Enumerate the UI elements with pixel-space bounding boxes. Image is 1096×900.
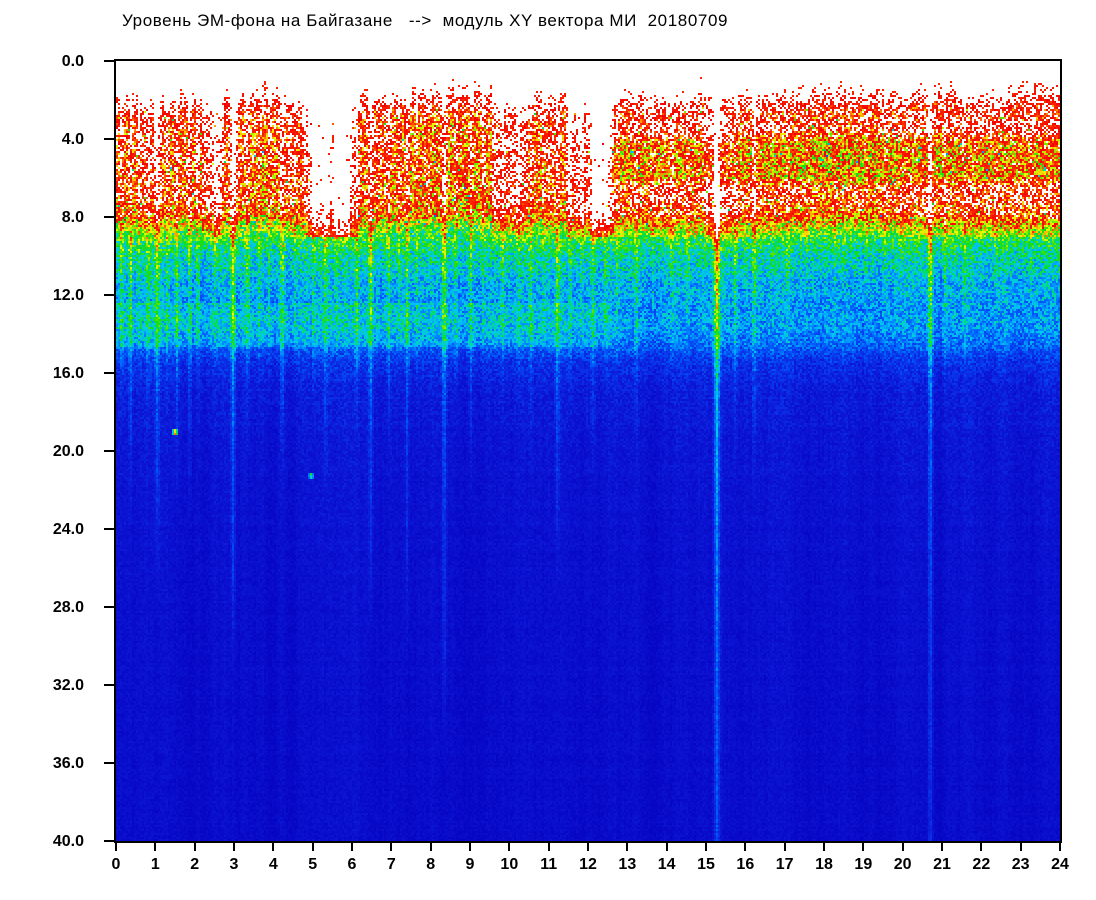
- y-tick-label: 0.0: [61, 52, 84, 70]
- y-tick: [104, 762, 114, 764]
- x-tick-label: 16: [736, 856, 755, 873]
- y-tick-label: 12.0: [52, 286, 84, 304]
- x-tick-label: 2: [190, 856, 200, 873]
- plot-frame: [114, 59, 1062, 843]
- x-tick: [154, 843, 157, 851]
- x-tick: [351, 843, 353, 851]
- y-tick: [104, 60, 114, 62]
- x-tick: [390, 843, 393, 851]
- x-tick: [547, 843, 550, 851]
- x-tick: [469, 843, 471, 851]
- chart-page: Уровень ЭМ-фона на Байгазане --> модуль …: [0, 0, 1096, 900]
- y-tick: [104, 606, 114, 608]
- x-tick: [272, 843, 275, 851]
- y-tick-label: 24.0: [52, 520, 84, 538]
- x-tick: [587, 843, 589, 851]
- x-tick: [626, 843, 629, 851]
- y-tick: [104, 138, 114, 140]
- y-tick: [104, 372, 114, 374]
- x-tick: [901, 843, 904, 851]
- y-tick: [104, 684, 114, 686]
- x-tick: [744, 843, 747, 851]
- x-tick: [508, 843, 511, 851]
- y-tick: [104, 294, 114, 296]
- y-tick-label: 40.0: [52, 832, 84, 850]
- x-tick-label: 19: [854, 856, 873, 873]
- x-tick-label: 24: [1051, 856, 1069, 873]
- y-tick-label: 20.0: [52, 442, 84, 460]
- x-tick-label: 17: [775, 856, 794, 873]
- y-tick-label: 32.0: [52, 676, 84, 694]
- x-tick-label: 12: [579, 856, 597, 873]
- x-tick-label: 1: [150, 856, 160, 873]
- x-tick-label: 4: [268, 856, 278, 873]
- spectrogram-canvas: [116, 61, 1060, 841]
- x-tick: [1059, 843, 1061, 851]
- y-tick-label: 4.0: [61, 130, 84, 148]
- chart-title: Уровень ЭМ-фона на Байгазане --> модуль …: [122, 11, 729, 30]
- x-tick: [941, 843, 943, 851]
- x-tick-label: 14: [657, 856, 676, 873]
- y-tick-label: 8.0: [61, 208, 84, 226]
- x-tick-label: 13: [618, 856, 637, 873]
- y-tick: [104, 216, 114, 218]
- y-tick-label: 36.0: [52, 754, 84, 772]
- x-tick: [429, 843, 432, 851]
- x-tick-label: 22: [972, 856, 991, 873]
- x-tick-label: 5: [308, 856, 318, 873]
- x-tick: [783, 843, 786, 851]
- x-tick-label: 8: [426, 856, 436, 873]
- x-tick-label: 6: [347, 856, 357, 873]
- x-tick-label: 10: [500, 856, 519, 873]
- x-tick: [705, 843, 707, 851]
- x-tick: [665, 843, 668, 851]
- y-tick: [104, 450, 114, 452]
- y-tick: [104, 528, 114, 530]
- x-tick-label: 23: [1011, 856, 1030, 873]
- y-tick: [104, 840, 114, 842]
- x-tick-label: 7: [386, 856, 396, 873]
- x-tick-label: 9: [465, 856, 475, 873]
- x-tick: [193, 843, 196, 851]
- y-tick-label: 28.0: [52, 598, 84, 616]
- x-tick-label: 18: [815, 856, 833, 873]
- x-tick-label: 11: [540, 856, 558, 873]
- x-tick: [823, 843, 825, 851]
- x-tick: [311, 843, 314, 851]
- y-tick-label: 16.0: [52, 364, 84, 382]
- x-tick: [115, 843, 117, 851]
- x-tick-label: 3: [229, 856, 239, 873]
- x-tick: [233, 843, 235, 851]
- x-tick-label: 20: [893, 856, 912, 873]
- x-tick-label: 21: [933, 856, 951, 873]
- x-tick: [1019, 843, 1022, 851]
- x-tick-label: 15: [697, 856, 715, 873]
- x-tick: [980, 843, 983, 851]
- x-tick-label: 0: [111, 856, 121, 873]
- x-tick: [862, 843, 865, 851]
